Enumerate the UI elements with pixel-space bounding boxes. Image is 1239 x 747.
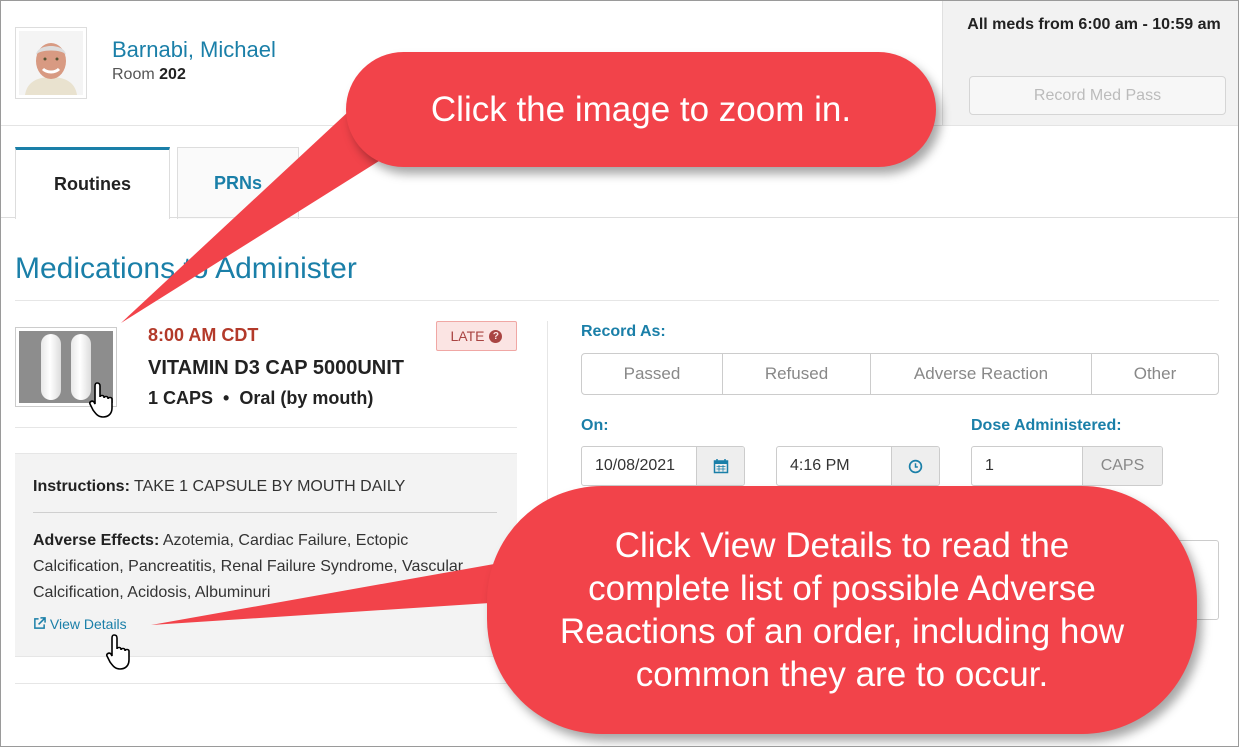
medication-dose: 1 CAPS [148,388,214,408]
clock-glyph [908,459,923,473]
time-field[interactable]: 4:16 PM [776,446,940,486]
patient-photo-icon [19,31,83,95]
option-adverse-reaction[interactable]: Adverse Reaction [871,354,1092,394]
calendar-glyph [713,459,728,474]
time-value[interactable]: 4:16 PM [777,447,891,485]
view-details-callout: Click View Details to read the complete … [487,486,1197,734]
tab-routines[interactable]: Routines [15,147,170,219]
tab-prns[interactable]: PRNs [177,147,299,219]
clock-icon[interactable] [891,447,939,485]
card-bottom-divider [15,683,517,684]
room-number: 202 [159,66,186,83]
dose-value[interactable]: 1 [972,447,1082,485]
option-other[interactable]: Other [1092,354,1218,394]
hand-cursor-icon [106,634,130,670]
capsule-icon [41,334,61,400]
instructions-text: TAKE 1 CAPSULE BY MOUTH DAILY [134,478,406,495]
external-link-icon [34,617,46,629]
patient-avatar[interactable] [15,27,87,99]
view-details-link[interactable]: View Details [33,616,127,632]
section-title: Medications to Administer [15,252,357,285]
instructions: Instructions: TAKE 1 CAPSULE BY MOUTH DA… [33,478,405,496]
zoom-callout: Click the image to zoom in. [346,52,936,167]
late-badge[interactable]: LATE? [436,321,517,351]
instructions-label: Instructions: [33,478,130,495]
date-field[interactable]: 10/08/2021 [581,446,745,486]
record-med-pass-button[interactable]: Record Med Pass [969,76,1226,115]
record-as-label: Record As: [581,323,666,340]
med-window-text: All meds from 6:00 am - 10:59 am [967,16,1221,33]
view-details-label: View Details [49,616,127,632]
late-badge-label: LATE [450,328,485,344]
dose-field[interactable]: 1 CAPS [971,446,1163,486]
medication-divider [15,427,517,428]
dose-unit: CAPS [1082,447,1162,485]
on-label: On: [581,417,609,434]
medication-info-box: Instructions: TAKE 1 CAPSULE BY MOUTH DA… [15,453,517,657]
adverse-effects: Adverse Effects: Azotemia, Cardiac Failu… [33,528,503,606]
med-pass-panel: All meds from 6:00 am - 10:59 am Record … [942,1,1238,125]
room-label: Room [112,66,155,83]
patient-name[interactable]: Barnabi, Michael [112,37,276,63]
patient-room: Room 202 [112,66,186,84]
scheduled-time: 8:00 AM CDT [148,325,259,345]
question-circle-icon: ? [489,329,503,343]
dose-administered-label: Dose Administered: [971,417,1122,434]
medication-dose-route: 1 CAPS • Oral (by mouth) [148,388,373,409]
app-window: Barnabi, Michael Room 202 All meds from … [0,0,1239,747]
option-refused[interactable]: Refused [723,354,871,394]
date-value[interactable]: 10/08/2021 [582,447,696,485]
calendar-icon[interactable] [696,447,744,485]
section-divider [15,300,1219,301]
info-divider [33,512,497,513]
tabs-divider [1,217,1238,218]
medication-route: Oral (by mouth) [239,388,374,408]
option-passed[interactable]: Passed [582,354,723,394]
adverse-effects-label: Adverse Effects: [33,532,160,549]
medication-name: VITAMIN D3 CAP 5000UNIT [148,357,404,379]
record-as-options: Passed Refused Adverse Reaction Other [581,353,1219,395]
bullet-separator: • [223,388,230,408]
hand-cursor-icon [89,382,113,418]
